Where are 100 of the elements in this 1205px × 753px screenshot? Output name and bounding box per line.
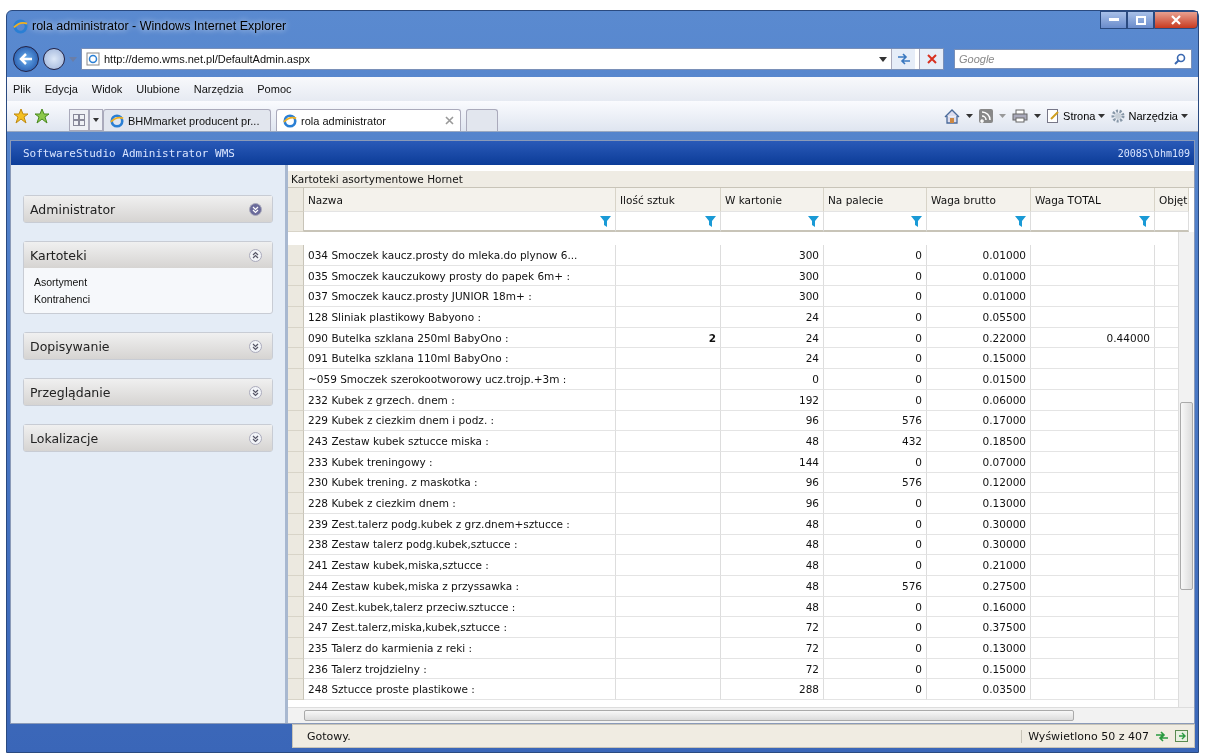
menu-item[interactable]: Plik [13, 83, 31, 95]
printer-icon[interactable] [1012, 109, 1029, 123]
filter-cell[interactable] [616, 212, 721, 232]
browser-tab[interactable]: BHMmarket producent pr... [103, 109, 271, 131]
home-icon[interactable] [944, 108, 961, 124]
sidebar-header[interactable]: Kartoteki [24, 242, 272, 268]
table-cell: 0.44000 [1031, 327, 1155, 349]
export-icon[interactable] [1175, 730, 1188, 742]
row-selector[interactable] [288, 534, 304, 556]
row-selector[interactable] [288, 638, 304, 659]
scrollbar-thumb[interactable] [1180, 402, 1193, 590]
menu-item[interactable]: Pomoc [257, 83, 292, 95]
filter-cell[interactable] [1031, 212, 1155, 232]
row-selector[interactable] [288, 245, 304, 266]
filter-cell[interactable] [824, 212, 927, 232]
browser-tab[interactable]: rola administrator [276, 109, 461, 131]
sidebar-link[interactable]: Kontrahenci [34, 293, 91, 305]
search-field[interactable]: Google [954, 49, 1192, 69]
close-icon[interactable] [445, 116, 454, 125]
caret-icon[interactable] [1034, 114, 1042, 118]
scrollbar-thumb[interactable] [304, 710, 1074, 721]
command-menu-button[interactable]: Narzędzia [1111, 109, 1188, 123]
table-cell: 288 [721, 679, 824, 701]
table-cell: 230 Kubek trening. z maskotka : [304, 472, 616, 494]
column-header[interactable]: Ilość sztuk [616, 188, 721, 212]
command-menu-button[interactable]: Strona [1047, 109, 1106, 123]
row-selector[interactable] [288, 389, 304, 411]
tab-list-button[interactable] [89, 109, 103, 131]
menu-item[interactable]: Ulubione [136, 83, 180, 95]
row-selector[interactable] [288, 679, 304, 701]
table-cell: 037 Smoczek kaucz.prosty JUNIOR 18m+ : [304, 286, 616, 308]
collapse-icon [249, 248, 262, 262]
horizontal-scrollbar[interactable] [288, 707, 1194, 723]
row-selector[interactable] [288, 451, 304, 473]
column-header[interactable]: Nazwa [304, 188, 616, 212]
feed-icon[interactable] [979, 109, 994, 123]
refresh-arrows-icon[interactable] [1155, 730, 1169, 742]
row-selector[interactable] [288, 617, 304, 639]
row-selector[interactable] [288, 493, 304, 514]
row-selector[interactable] [288, 555, 304, 576]
menu-item[interactable]: Edycja [44, 83, 78, 95]
filter-icon[interactable] [1015, 215, 1026, 227]
star-plus-icon[interactable] [34, 108, 50, 124]
close-button[interactable] [1154, 11, 1198, 29]
maximize-button[interactable] [1127, 11, 1154, 29]
status-text: Gotowy. [307, 729, 351, 743]
row-selector[interactable] [288, 576, 304, 597]
row-selector[interactable] [288, 286, 304, 308]
filter-cell[interactable] [927, 212, 1031, 232]
table-cell: 72 [721, 638, 824, 659]
vertical-scrollbar[interactable] [1178, 232, 1194, 707]
tab-title: BHMmarket producent pr... [128, 114, 260, 127]
column-header[interactable]: Waga TOTAL [1031, 188, 1155, 212]
column-header[interactable]: Objęt [1155, 188, 1189, 212]
filter-cell[interactable] [304, 212, 616, 232]
table-cell: 0.06000 [927, 389, 1031, 411]
menu-item[interactable]: Narzędzia [193, 83, 244, 95]
refresh-button[interactable] [891, 49, 915, 69]
row-selector[interactable] [288, 369, 304, 390]
sidebar-header[interactable]: Dopisywanie [24, 333, 272, 359]
new-tab-button[interactable] [466, 109, 498, 131]
row-selector[interactable] [288, 431, 304, 452]
filter-icon[interactable] [600, 215, 611, 227]
table-cell: 0.22000 [927, 327, 1031, 349]
filter-icon[interactable] [1139, 215, 1150, 227]
gear-icon [1111, 109, 1126, 123]
filter-icon[interactable] [911, 215, 922, 227]
column-header[interactable]: Na palecie [824, 188, 927, 212]
sidebar-link[interactable]: Asortyment [34, 276, 88, 288]
sidebar-header[interactable]: Administrator [24, 196, 272, 222]
menu-item[interactable]: Widok [91, 83, 123, 95]
minimize-button[interactable] [1100, 11, 1127, 29]
column-header[interactable]: W kartonie [721, 188, 824, 212]
stop-button[interactable] [919, 49, 943, 69]
table-cell: 48 [721, 431, 824, 452]
back-button[interactable] [13, 46, 39, 72]
filter-cell[interactable] [721, 212, 824, 232]
table-cell: 0 [824, 596, 927, 618]
row-selector[interactable] [288, 513, 304, 535]
sidebar-header[interactable]: Przeglądanie [24, 379, 272, 405]
minimize-icon [1108, 18, 1119, 22]
row-selector[interactable] [288, 596, 304, 618]
row-selector[interactable] [288, 265, 304, 287]
caret-icon[interactable] [966, 114, 974, 118]
filter-icon[interactable] [808, 215, 819, 227]
close-icon [926, 54, 937, 64]
row-selector[interactable] [288, 327, 304, 349]
table-cell: 48 [721, 513, 824, 535]
star-icon[interactable] [13, 108, 29, 124]
sidebar-header[interactable]: Lokalizacje [24, 425, 272, 451]
forward-button[interactable] [43, 48, 65, 70]
column-header[interactable]: Waga brutto [927, 188, 1031, 212]
address-field[interactable]: http://demo.wms.net.pl/DefaultAdmin.aspx [81, 48, 944, 70]
row-selector[interactable] [288, 348, 304, 370]
row-selector[interactable] [288, 658, 304, 680]
row-selector[interactable] [288, 472, 304, 494]
row-selector[interactable] [288, 410, 304, 432]
row-selector[interactable] [288, 307, 304, 328]
filter-icon[interactable] [705, 215, 716, 227]
table-cell: 0.15000 [927, 348, 1031, 370]
